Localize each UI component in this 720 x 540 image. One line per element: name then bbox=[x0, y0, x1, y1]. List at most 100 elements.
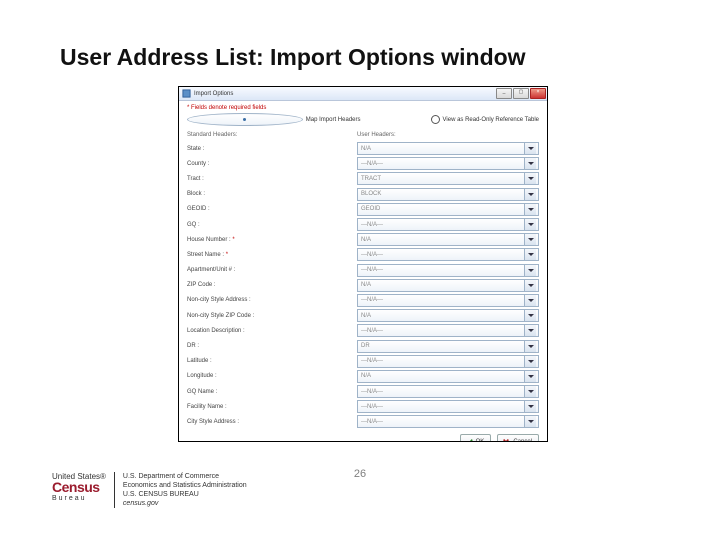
select-value: BLOCK bbox=[361, 191, 381, 197]
mapping-row-select[interactable]: N/A bbox=[357, 279, 539, 292]
chevron-down-icon bbox=[524, 204, 536, 215]
column-headings: Standard Headers: User Headers: bbox=[187, 132, 539, 138]
mapping-row-select[interactable]: ---N/A--- bbox=[357, 385, 539, 398]
select-value: ---N/A--- bbox=[361, 297, 383, 303]
mapping-row-select[interactable]: TRACT bbox=[357, 172, 539, 185]
maximize-button[interactable]: ▢ bbox=[513, 88, 529, 99]
mapping-row-select[interactable]: N/A bbox=[357, 309, 539, 322]
select-value: ---N/A--- bbox=[361, 389, 383, 395]
mapping-row: Tract : TRACT bbox=[187, 171, 539, 186]
chevron-down-icon bbox=[524, 386, 536, 397]
check-icon bbox=[465, 438, 473, 442]
mapping-row-label: City Style Address : bbox=[187, 419, 357, 425]
mapping-row-select[interactable]: N/A bbox=[357, 142, 539, 155]
census-word: Census bbox=[52, 481, 106, 493]
close-button[interactable]: × bbox=[530, 88, 546, 99]
minimize-button[interactable]: _ bbox=[496, 88, 512, 99]
chevron-down-icon bbox=[524, 234, 536, 245]
dept-line-3: U.S. CENSUS BUREAU bbox=[123, 490, 247, 499]
mapping-row: Longitude : N/A bbox=[187, 369, 539, 384]
select-value: N/A bbox=[361, 282, 371, 288]
chevron-down-icon bbox=[524, 401, 536, 412]
mapping-row-select[interactable]: ---N/A--- bbox=[357, 157, 539, 170]
select-value: GEOID bbox=[361, 206, 380, 212]
chevron-down-icon bbox=[524, 219, 536, 230]
mapping-row: Non-city Style ZIP Code : N/A bbox=[187, 308, 539, 323]
mapping-row: House Number : *N/A bbox=[187, 232, 539, 247]
chevron-down-icon bbox=[524, 280, 536, 291]
required-fields-note: * Fields denote required fields bbox=[187, 105, 539, 111]
mapping-row-label: Tract : bbox=[187, 176, 357, 182]
select-value: N/A bbox=[361, 146, 371, 152]
mapping-row: ZIP Code : N/A bbox=[187, 278, 539, 293]
chevron-down-icon bbox=[524, 310, 536, 321]
chevron-down-icon bbox=[524, 295, 536, 306]
chevron-down-icon bbox=[524, 158, 536, 169]
required-star: * bbox=[232, 237, 234, 243]
chevron-down-icon bbox=[524, 356, 536, 367]
mapping-row-label: GQ Name : bbox=[187, 389, 357, 395]
chevron-down-icon bbox=[524, 173, 536, 184]
col-user-headers: User Headers: bbox=[357, 132, 396, 138]
mapping-row-select[interactable]: BLOCK bbox=[357, 188, 539, 201]
radio-map-headers-label: Map Import Headers bbox=[306, 117, 361, 123]
mapping-row-label: ZIP Code : bbox=[187, 282, 357, 288]
mapping-row-label: Apartment/Unit # : bbox=[187, 267, 357, 273]
cancel-icon bbox=[502, 438, 510, 442]
mapping-row-label: GEOID : bbox=[187, 206, 357, 212]
mapping-row-select[interactable]: ---N/A--- bbox=[357, 400, 539, 413]
radio-map-headers[interactable] bbox=[187, 113, 303, 126]
dept-line-1: U.S. Department of Commerce bbox=[123, 472, 247, 481]
cancel-button-label: Cancel bbox=[513, 439, 532, 442]
mapping-row-select[interactable]: GEOID bbox=[357, 203, 539, 216]
mapping-row-select[interactable]: DR bbox=[357, 340, 539, 353]
select-value: ---N/A--- bbox=[361, 328, 383, 334]
ok-button[interactable]: OK bbox=[460, 434, 492, 442]
select-value: N/A bbox=[361, 313, 371, 319]
mapping-row-select[interactable]: N/A bbox=[357, 233, 539, 246]
select-value: ---N/A--- bbox=[361, 419, 383, 425]
select-value: N/A bbox=[361, 373, 371, 379]
select-value: TRACT bbox=[361, 176, 381, 182]
chevron-down-icon bbox=[524, 325, 536, 336]
mapping-row-label: Longitude : bbox=[187, 373, 357, 379]
select-value: N/A bbox=[361, 237, 371, 243]
mapping-row: Block : BLOCK bbox=[187, 187, 539, 202]
mapping-row: GQ :---N/A--- bbox=[187, 217, 539, 232]
mapping-row-label: Block : bbox=[187, 191, 357, 197]
census-logo-block: United States® Census Bureau bbox=[52, 472, 106, 505]
radio-view-readonly[interactable] bbox=[431, 115, 440, 124]
mapping-row-select[interactable]: ---N/A--- bbox=[357, 355, 539, 368]
mapping-row-label: State : bbox=[187, 146, 357, 152]
mapping-row-label: Non-city Style ZIP Code : bbox=[187, 313, 357, 319]
chevron-down-icon bbox=[524, 416, 536, 427]
mapping-row-select[interactable]: ---N/A--- bbox=[357, 248, 539, 261]
mapping-row-select[interactable]: ---N/A--- bbox=[357, 324, 539, 337]
mapping-row-label: Street Name : * bbox=[187, 252, 357, 258]
window-body: * Fields denote required fields Map Impo… bbox=[179, 101, 547, 442]
mapping-row: Facility Name :---N/A--- bbox=[187, 399, 539, 414]
mapping-rows: State :N/ACounty :---N/A---Tract :TRACTB… bbox=[187, 141, 539, 430]
mapping-row: County :---N/A--- bbox=[187, 156, 539, 171]
mapping-row: GQ Name : ---N/A--- bbox=[187, 384, 539, 399]
mapping-row-label: County : bbox=[187, 161, 357, 167]
mapping-row-select[interactable]: ---N/A--- bbox=[357, 415, 539, 428]
department-text: U.S. Department of Commerce Economics an… bbox=[114, 472, 247, 508]
mapping-row-select[interactable]: ---N/A--- bbox=[357, 264, 539, 277]
col-standard-headers: Standard Headers: bbox=[187, 132, 357, 138]
select-value: DR bbox=[361, 343, 370, 349]
mapping-row: Location Description : ---N/A--- bbox=[187, 323, 539, 338]
slide: User Address List: Import Options window… bbox=[0, 0, 720, 540]
dept-line-4: census.gov bbox=[123, 499, 247, 508]
mapping-row-select[interactable]: ---N/A--- bbox=[357, 218, 539, 231]
chevron-down-icon bbox=[524, 341, 536, 352]
dialog-buttons: OK Cancel bbox=[187, 434, 539, 442]
cancel-button[interactable]: Cancel bbox=[497, 434, 539, 442]
mapping-row-select[interactable]: N/A bbox=[357, 370, 539, 383]
mapping-row-select[interactable]: ---N/A--- bbox=[357, 294, 539, 307]
window-icon bbox=[182, 89, 191, 98]
chevron-down-icon bbox=[524, 189, 536, 200]
mapping-row-label: Location Description : bbox=[187, 328, 357, 334]
select-value: ---N/A--- bbox=[361, 404, 383, 410]
mapping-row-label: Latitude : bbox=[187, 358, 357, 364]
